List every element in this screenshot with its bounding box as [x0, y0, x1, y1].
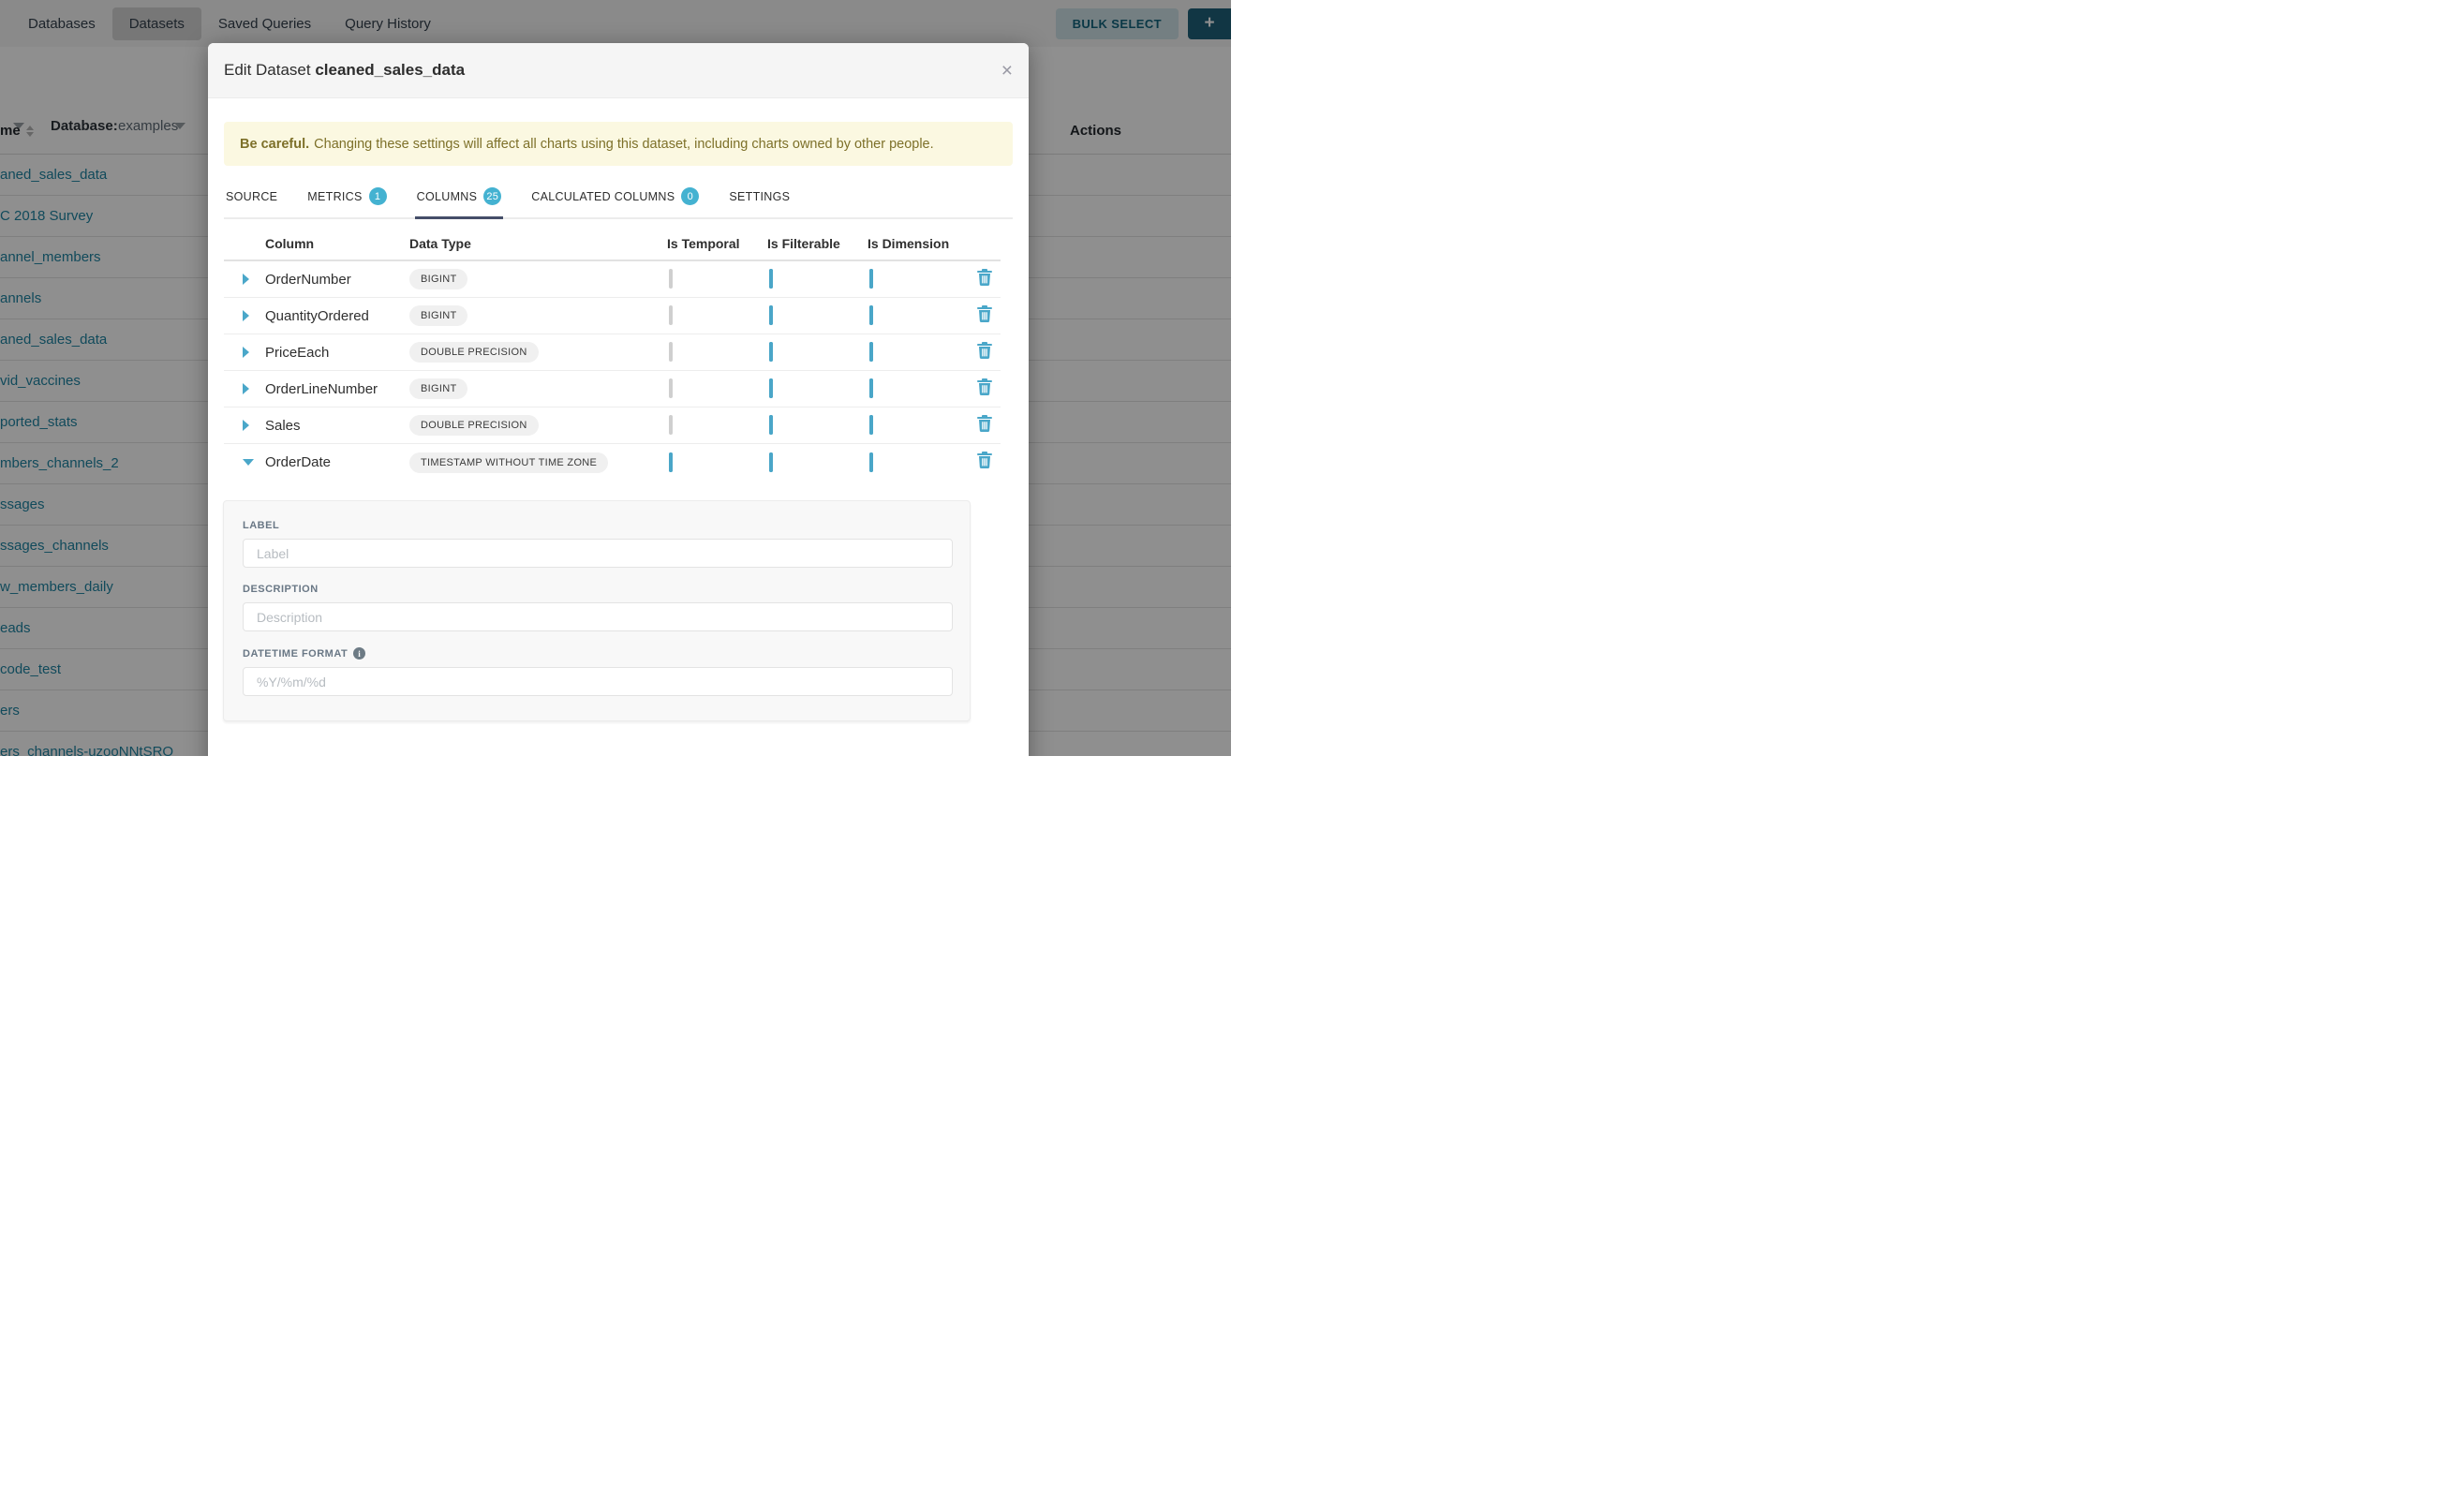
column-name: OrderLineNumber [265, 381, 409, 397]
column-row: OrderNumber BIGINT [224, 261, 1001, 298]
warning-banner-text: Changing these settings will affect all … [314, 137, 934, 152]
close-icon[interactable]: × [1001, 61, 1013, 81]
label-input[interactable] [243, 539, 953, 568]
is-dimension-checkbox[interactable] [869, 452, 873, 472]
is-filterable-checkbox[interactable] [769, 452, 773, 472]
trash-icon[interactable] [977, 415, 992, 432]
column-row: OrderDate TIMESTAMP WITHOUT TIME ZONE [224, 444, 1001, 481]
header-column: Column [265, 236, 409, 251]
tab-label: SETTINGS [729, 190, 790, 203]
column-name: Sales [265, 418, 409, 434]
tab-count-badge: 1 [369, 187, 387, 205]
data-type-badge: DOUBLE PRECISION [409, 342, 539, 363]
is-temporal-checkbox[interactable] [669, 269, 673, 289]
datetime-format-label-text: DATETIME FORMAT [243, 648, 348, 660]
columns-table-header: Column Data Type Is Temporal Is Filterab… [224, 219, 1001, 261]
column-row: QuantityOrdered BIGINT [224, 298, 1001, 334]
trash-icon[interactable] [977, 378, 992, 395]
expand-caret-icon[interactable] [243, 420, 249, 431]
is-filterable-checkbox[interactable] [769, 415, 773, 435]
modal-title-prefix: Edit Dataset [224, 61, 311, 79]
header-is-temporal: Is Temporal [658, 236, 758, 251]
description-input[interactable] [243, 602, 953, 631]
is-filterable-checkbox[interactable] [769, 342, 773, 362]
header-data-type: Data Type [409, 236, 658, 251]
is-temporal-checkbox[interactable] [669, 342, 673, 362]
column-row: PriceEach DOUBLE PRECISION [224, 334, 1001, 371]
is-filterable-checkbox[interactable] [769, 305, 773, 325]
column-name: QuantityOrdered [265, 308, 409, 324]
columns-table-body: OrderNumber BIGINT QuantityOrdered BIGIN… [224, 261, 1001, 481]
modal-dataset-name: cleaned_sales_data [315, 61, 465, 79]
expand-caret-icon[interactable] [243, 383, 249, 394]
column-name: OrderNumber [265, 272, 409, 288]
data-type-badge: BIGINT [409, 305, 467, 326]
columns-table: Column Data Type Is Temporal Is Filterab… [224, 219, 1001, 481]
is-temporal-checkbox[interactable] [669, 378, 673, 398]
warning-banner-bold: Be careful. [240, 137, 309, 152]
datetime-format-field-group: DATETIME FORMAT i [243, 647, 951, 696]
data-type-badge: BIGINT [409, 378, 467, 399]
is-temporal-checkbox[interactable] [669, 452, 673, 472]
data-type-badge: DOUBLE PRECISION [409, 415, 539, 436]
is-filterable-checkbox[interactable] [769, 269, 773, 289]
expand-caret-icon[interactable] [243, 459, 254, 466]
expand-caret-icon[interactable] [243, 274, 249, 285]
tab-calculated-columns[interactable]: CALCULATED COLUMNS 0 [529, 178, 701, 219]
info-icon[interactable]: i [353, 647, 365, 660]
column-name: OrderDate [265, 454, 409, 470]
edit-dataset-modal: Edit Dataset cleaned_sales_data × Be car… [208, 43, 1029, 756]
is-dimension-checkbox[interactable] [869, 415, 873, 435]
is-dimension-checkbox[interactable] [869, 342, 873, 362]
expand-caret-icon[interactable] [243, 310, 249, 321]
datetime-format-input[interactable] [243, 667, 953, 696]
tab-count-badge: 25 [483, 187, 501, 205]
is-temporal-checkbox[interactable] [669, 305, 673, 325]
tab-label: METRICS [307, 190, 362, 203]
tab-label: COLUMNS [417, 190, 478, 203]
expand-caret-icon[interactable] [243, 347, 249, 358]
column-row: Sales DOUBLE PRECISION [224, 408, 1001, 444]
description-field-label: DESCRIPTION [243, 584, 951, 595]
is-dimension-checkbox[interactable] [869, 305, 873, 325]
data-type-badge: TIMESTAMP WITHOUT TIME ZONE [409, 452, 608, 473]
data-type-badge: BIGINT [409, 269, 467, 289]
modal-body: Be careful. Changing these settings will… [208, 98, 1029, 721]
modal-header: Edit Dataset cleaned_sales_data × [208, 43, 1029, 98]
tab-source[interactable]: SOURCE [224, 178, 279, 219]
trash-icon[interactable] [977, 305, 992, 322]
header-is-dimension: Is Dimension [858, 236, 958, 251]
label-field-label: LABEL [243, 520, 951, 531]
tab-label: CALCULATED COLUMNS [531, 190, 675, 203]
trash-icon[interactable] [977, 452, 992, 468]
warning-banner: Be careful. Changing these settings will… [224, 122, 1013, 166]
is-temporal-checkbox[interactable] [669, 415, 673, 435]
tab-settings[interactable]: SETTINGS [727, 178, 792, 219]
tab-label: SOURCE [226, 190, 277, 203]
tab-count-badge: 0 [681, 187, 699, 205]
modal-title: Edit Dataset cleaned_sales_data [224, 61, 465, 80]
datasets-page: DatabasesDatasetsSaved QueriesQuery Hist… [0, 0, 1231, 756]
tab-columns[interactable]: COLUMNS 25 [415, 178, 504, 219]
label-field-group: LABEL [243, 520, 951, 568]
header-is-filterable: Is Filterable [758, 236, 858, 251]
description-field-group: DESCRIPTION [243, 584, 951, 631]
column-row: OrderLineNumber BIGINT [224, 371, 1001, 408]
column-name: PriceEach [265, 345, 409, 361]
modal-tabs: SOURCE METRICS 1 COLUMNS 25 CALCULATED COLUMN… [224, 178, 1013, 219]
tab-metrics[interactable]: METRICS 1 [305, 178, 388, 219]
is-dimension-checkbox[interactable] [869, 378, 873, 398]
column-detail-panel: LABEL DESCRIPTION DATETIME FORMAT i [223, 500, 971, 721]
is-dimension-checkbox[interactable] [869, 269, 873, 289]
trash-icon[interactable] [977, 269, 992, 286]
datetime-format-field-label: DATETIME FORMAT i [243, 647, 951, 660]
trash-icon[interactable] [977, 342, 992, 359]
is-filterable-checkbox[interactable] [769, 378, 773, 398]
